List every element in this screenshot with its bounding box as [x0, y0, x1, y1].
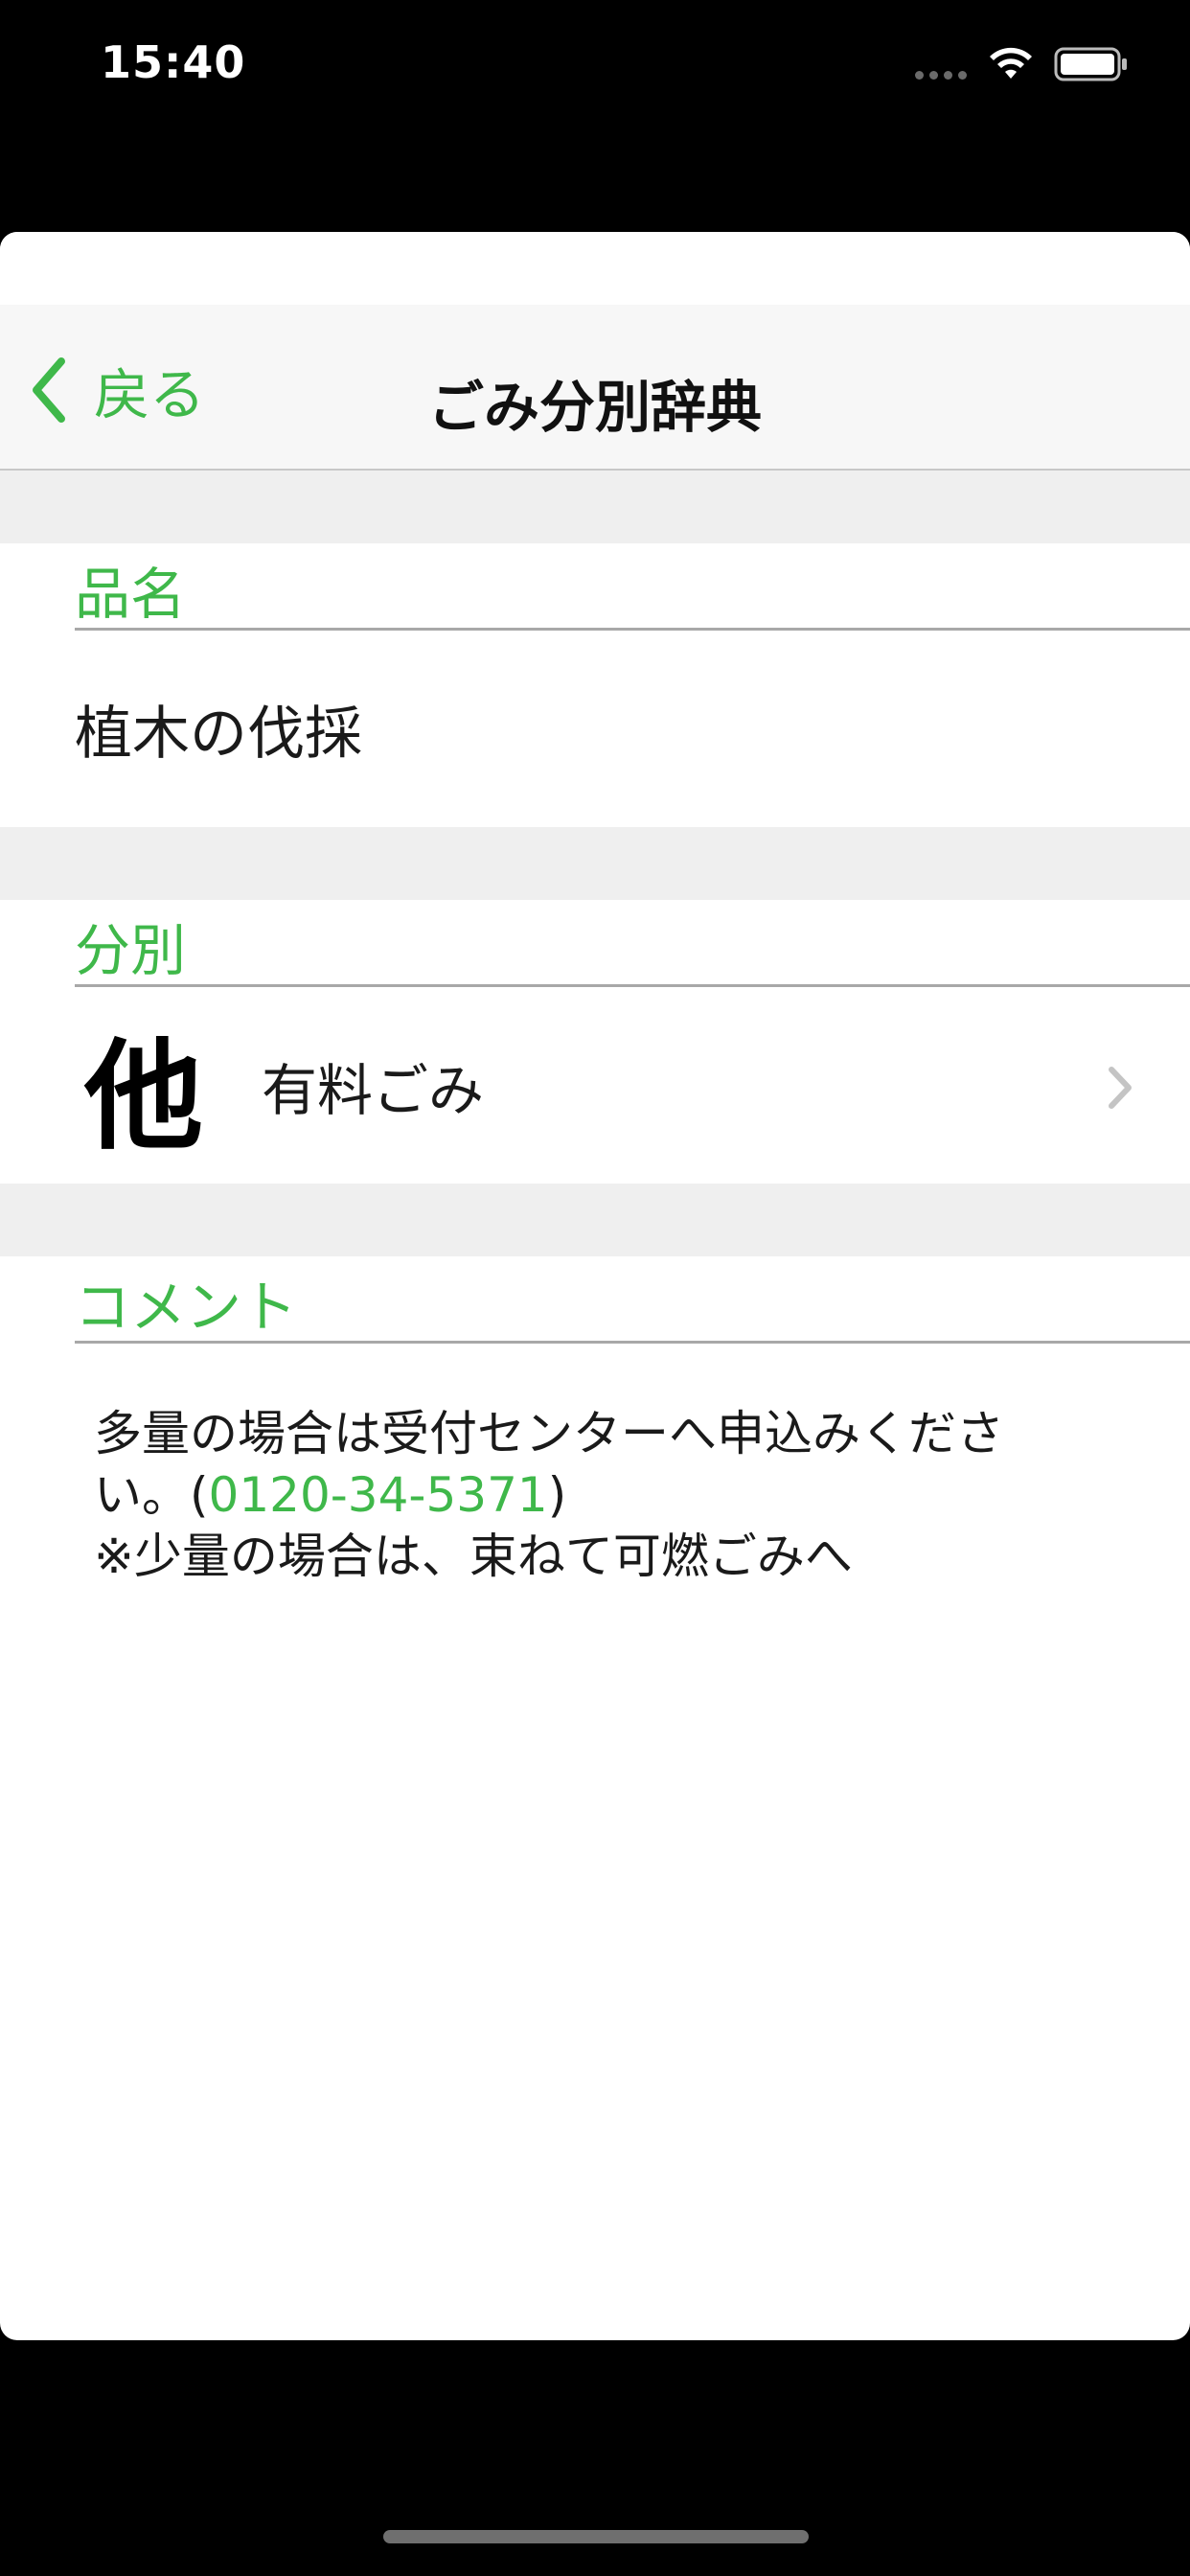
category-symbol: 他 [84, 1027, 204, 1166]
comment-line-2-prefix: い。( [94, 1467, 209, 1523]
comment-line-3: ※少量の場合は、束ねて可燃ごみへ [94, 1529, 853, 1584]
comment-line-1: 多量の場合は受付センターへ申込みくださ [94, 1406, 1004, 1461]
comment-section: コメント 多量の場合は受付センターへ申込みくださ い。(0120-34-5371… [0, 1256, 1190, 1587]
category-row[interactable]: 他 有料ごみ [0, 987, 1190, 1184]
section-separator [0, 1184, 1190, 1256]
section-separator [0, 471, 1190, 543]
page-title: ごみ分別辞典 [427, 375, 762, 440]
wifi-icon [990, 47, 1032, 79]
category-section: 分別 他 有料ごみ [0, 900, 1190, 1184]
comment-text: 多量の場合は受付センターへ申込みくださ い。(0120-34-5371) ※少量… [0, 1344, 1190, 1587]
phone-number-link[interactable]: 0120-34-5371 [209, 1467, 548, 1523]
signal-dots-icon [915, 71, 967, 80]
item-name-header: 品名 [75, 543, 1190, 631]
comment-line-2-suffix: ) [547, 1467, 567, 1523]
item-name-section: 品名 植木の伐採 [0, 543, 1190, 827]
section-separator [0, 827, 1190, 900]
battery-icon [1054, 47, 1127, 81]
home-indicator [383, 2530, 809, 2543]
status-bar: 15:40 [0, 0, 1190, 134]
item-name-value: 植木の伐採 [75, 701, 362, 768]
category-header: 分別 [75, 900, 1190, 987]
chevron-right-icon [1109, 1067, 1132, 1109]
navigation-bar: 戻る ごみ分別辞典 [0, 305, 1190, 471]
comment-line-2: い。(0120-34-5371) [94, 1464, 1133, 1526]
detail-sheet: 戻る ごみ分別辞典 品名 植木の伐採 分別 他 有料ごみ コメント 多量の場合は… [0, 232, 1190, 2340]
comment-header: コメント [75, 1256, 1190, 1344]
status-time: 15:40 [101, 36, 246, 88]
category-label: 有料ごみ [262, 1057, 485, 1123]
